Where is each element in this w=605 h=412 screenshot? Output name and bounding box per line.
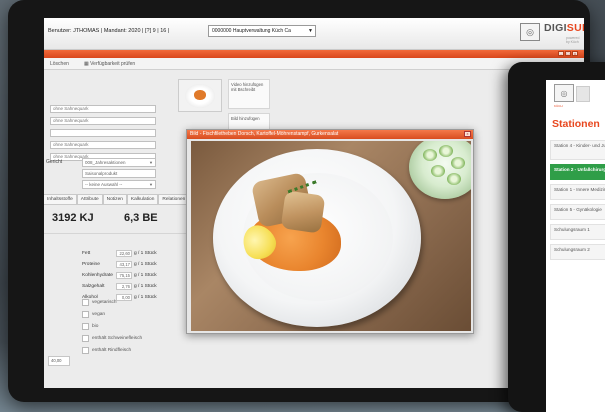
checkbox-label: enthält Rindfleisch: [92, 348, 132, 353]
checkbox-beef[interactable]: [82, 347, 89, 354]
checkbox-vegetarian[interactable]: [82, 299, 89, 306]
title-bar: - □ x: [44, 50, 584, 58]
station-item[interactable]: Station 4 - Kinder- und Jugendmedizin: [550, 140, 605, 160]
close-button[interactable]: x: [572, 51, 578, 56]
text-field[interactable]: ohne Sahnequark: [50, 105, 156, 113]
station-item[interactable]: Schulungsraum 2: [550, 244, 605, 260]
logo-icon: ◎: [554, 84, 574, 102]
minimize-button[interactable]: -: [558, 51, 564, 56]
image-preview-dialog: Bild - Fischfiletheben Dorsch, Kartoffel…: [186, 129, 474, 334]
checkbox-label: enthält Schweinefleisch: [92, 336, 143, 341]
chevron-down-icon: ▼: [308, 28, 313, 34]
tab-attributes[interactable]: Attribute: [76, 194, 103, 205]
product-thumbnail[interactable]: [178, 79, 222, 112]
price-field[interactable]: 40,00: [48, 356, 70, 366]
checkbox-vegan[interactable]: [82, 311, 89, 318]
cucumber-image: [451, 157, 465, 169]
nutrient-unit: g / 1 Stück: [134, 262, 157, 267]
option-select[interactable]: -- keine Auswahl -- ▼: [82, 180, 156, 189]
top-bar: Benutzer: JTHOMAS | Mandant: 2020 | [?] …: [44, 18, 584, 50]
checkbox-pork[interactable]: [82, 335, 89, 342]
brand-prefix: DIGI: [544, 22, 567, 34]
window-controls: - □ x: [558, 51, 578, 56]
checkbox-bio[interactable]: [82, 323, 89, 330]
nutrient-value-protein[interactable]: 43,17: [116, 261, 132, 268]
nutrient-unit: g / 1 Stück: [134, 251, 157, 256]
nutrient-value-fat[interactable]: 22,60: [116, 250, 132, 257]
checkbox-label: vegan: [92, 312, 106, 317]
season-select-value: Saisonalprodukt: [85, 171, 118, 176]
text-field[interactable]: ohne Sahnequark: [50, 117, 156, 125]
nutrient-unit: g / 1 Stück: [134, 273, 157, 278]
option-select-value: -- keine Auswahl --: [85, 182, 123, 187]
user-info: Benutzer: JTHOMAS | Mandant: 2020 | [?] …: [48, 28, 170, 34]
dialog-title: Bild - Fischfiletheben Dorsch, Kartoffel…: [187, 130, 473, 139]
nutrient-value-alcohol[interactable]: 0,00: [116, 294, 132, 301]
checkbox-label: vegetarisch: [92, 300, 117, 305]
nutrient-label-carbs: Kohlenhydrate: [82, 273, 113, 278]
food-image: [194, 90, 206, 100]
nutrient-unit: g / 1 Stück: [134, 295, 157, 300]
brand-subtitle: powered by Küch: [566, 36, 580, 44]
cucumber-image: [447, 173, 461, 185]
season-select[interactable]: Saisonalprodukt: [82, 169, 156, 178]
brand-subtitle: KÜCH: [554, 104, 563, 108]
text-field[interactable]: ohne Sahnequark: [50, 141, 156, 149]
category-select[interactable]: 008_Jahresaktionen ▼: [82, 158, 156, 167]
text-field[interactable]: [50, 129, 156, 137]
cucumber-image: [439, 145, 453, 157]
tab-relations[interactable]: Relationen: [158, 194, 190, 205]
nutrient-value-salt[interactable]: 2,76: [116, 283, 132, 290]
tab-ingredients[interactable]: Inhaltsstoffe: [44, 194, 77, 205]
nutrient-value-carbs[interactable]: 75,15: [116, 272, 132, 279]
station-item[interactable]: Schulungsraum 1: [550, 224, 605, 240]
cucumber-image: [423, 149, 437, 161]
tab-calculation[interactable]: Kalkulation: [126, 194, 159, 205]
cucumber-image: [431, 165, 445, 177]
chevron-down-icon: ▼: [149, 160, 153, 165]
station-item-active[interactable]: Station 2 - Unfallchirurgie: [550, 164, 605, 180]
divider: [44, 233, 192, 234]
brand-logo: DIGISUPPLY: [544, 22, 584, 34]
logo-placeholder: [576, 86, 590, 102]
logo-icon: ◎: [520, 23, 540, 41]
page-title: Stationen: [552, 118, 600, 130]
tablet-secondary-screen: ◎ KÜCH Stationen Station 4 - Kinder- und…: [546, 80, 605, 412]
nutrient-label-salt: Salzgehalt: [82, 284, 105, 289]
nutrient-unit: g / 1 Stück: [134, 284, 157, 289]
chevron-down-icon: ▼: [149, 182, 153, 187]
detail-tabs: Inhaltsstoffe Attribute Notizen Kalkulat…: [44, 194, 192, 205]
category-select-value: 008_Jahresaktionen: [85, 160, 126, 165]
checkbox-label: bio: [92, 324, 99, 329]
company-select-value: 0000000 Hauptverwaltung Küch Ca: [212, 28, 291, 34]
delete-button[interactable]: Löschen: [50, 58, 69, 70]
tablet-secondary: ◎ KÜCH Stationen Station 4 - Kinder- und…: [508, 62, 605, 412]
maximize-button[interactable]: □: [565, 51, 571, 56]
check-availability-button[interactable]: ▦ Verfügbarkeit prüfen: [84, 58, 135, 70]
dish-photo: [191, 141, 471, 331]
close-icon[interactable]: x: [464, 131, 471, 137]
energy-value: 3192 KJ: [52, 212, 94, 224]
brand-suffix: SUPPLY: [566, 22, 584, 34]
nutrient-label-fat: Fett: [82, 251, 91, 256]
station-item[interactable]: Station 1 - Innere Medizin: [550, 184, 605, 200]
company-select[interactable]: 0000000 Hauptverwaltung Küch Ca ▼: [208, 25, 316, 37]
station-item[interactable]: Station 5 - Gynäkologie: [550, 204, 605, 220]
add-video-button[interactable]: Video hinzufügen mit Bschreibt: [228, 79, 270, 109]
tab-notes[interactable]: Notizen: [102, 194, 127, 205]
category-label: Gericht: [46, 159, 63, 165]
toolbar: Löschen ▦ Verfügbarkeit prüfen: [44, 58, 584, 70]
nutrient-label-protein: Proteine: [82, 262, 100, 267]
bread-units-value: 6,3 BE: [124, 212, 158, 224]
check-availability-label: Verfügbarkeit prüfen: [90, 61, 136, 67]
